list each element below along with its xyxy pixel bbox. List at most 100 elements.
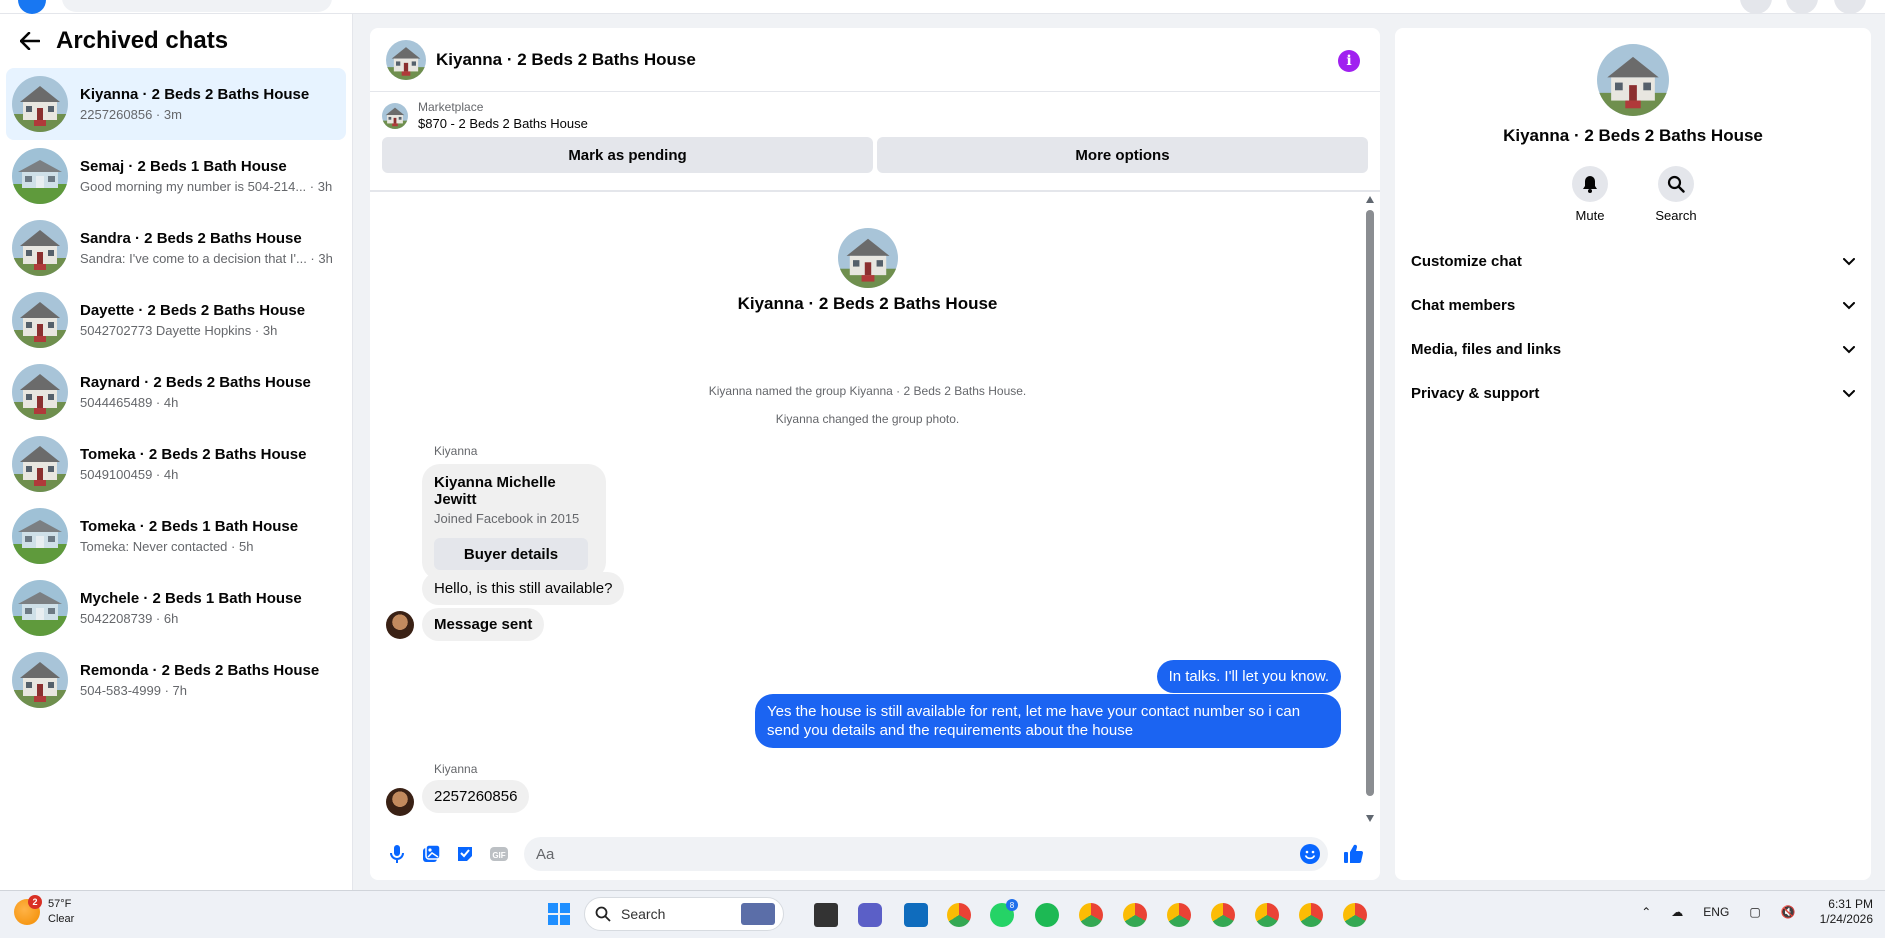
chat-preview: 5049100459 · 4h: [80, 467, 179, 482]
menu-icon[interactable]: [1740, 0, 1772, 14]
taskbar-search-box[interactable]: Search: [584, 897, 784, 931]
chevron-down-icon: [1843, 297, 1855, 314]
emoji-icon[interactable]: [1300, 844, 1320, 864]
system-tray: ⌃ ☁ ENG ▢ 🔇 6:31 PM 1/24/2026: [1631, 897, 1873, 927]
weather-widget[interactable]: 2 57°F Clear: [14, 895, 74, 927]
message-bubble-outgoing[interactable]: In talks. I'll let you know.: [1156, 660, 1341, 693]
chat-avatar: [12, 220, 68, 276]
bell-icon: [1572, 166, 1608, 202]
details-section-label: Chat members: [1411, 296, 1516, 314]
chrome-profile-icon[interactable]: [1167, 903, 1191, 927]
mute-label: Mute: [1575, 208, 1605, 223]
windows-start-icon[interactable]: [548, 903, 570, 925]
chat-list-item[interactable]: Tomeka · 2 Beds 1 Bath House Tomeka: Neve…: [6, 500, 346, 572]
search-in-chat-button[interactable]: Search: [1651, 166, 1701, 223]
chat-name: Remonda · 2 Beds 2 Baths House: [80, 662, 320, 679]
chevron-up-icon[interactable]: ⌃: [1641, 905, 1651, 919]
network-icon[interactable]: ▢: [1749, 905, 1760, 919]
weather-sun-icon: 2: [14, 895, 42, 925]
details-section-toggle[interactable]: Media, files and links: [1395, 327, 1871, 371]
chrome-profile-icon[interactable]: [1079, 903, 1103, 927]
buyer-name: Kiyanna Michelle Jewitt: [434, 474, 556, 508]
scroll-down-arrow-icon[interactable]: [1366, 815, 1374, 822]
facebook-logo-icon[interactable]: [18, 0, 46, 14]
conversation-header: Kiyanna · 2 Beds 2 Baths House i: [370, 28, 1380, 92]
buyer-details-button[interactable]: Buyer details: [434, 538, 588, 570]
chat-list-item[interactable]: Mychele · 2 Beds 1 Bath House 5042208739 …: [6, 572, 346, 644]
intro-name: Kiyanna · 2 Beds 2 Baths House: [737, 294, 998, 313]
spotify-icon[interactable]: [1035, 903, 1059, 927]
profile-avatar[interactable]: [1834, 0, 1866, 14]
microphone-icon[interactable]: [386, 843, 408, 865]
search-label: Search: [1655, 208, 1697, 223]
marketplace-listing[interactable]: Marketplace $870 - 2 Beds 2 Baths House: [382, 100, 1368, 131]
speaker-muted-icon[interactable]: 🔇: [1781, 905, 1796, 919]
snipping-tool-icon[interactable]: [904, 903, 928, 927]
details-section-toggle[interactable]: Customize chat: [1395, 239, 1871, 283]
windows-taskbar: 2 57°F Clear Search 8 ⌃ ☁ ENG ▢ 🔇 6:31 P…: [0, 890, 1885, 938]
message-sender-name: Kiyanna: [434, 762, 478, 776]
chat-list-item[interactable]: Kiyanna · 2 Beds 2 Baths House 2257260856…: [6, 68, 346, 140]
chat-preview: 504-583-4999 · 7h: [80, 683, 187, 698]
more-options-button[interactable]: More options: [877, 137, 1368, 173]
facebook-search-input[interactable]: [62, 0, 332, 12]
info-icon[interactable]: i: [1338, 50, 1360, 72]
chat-avatar: [12, 364, 68, 420]
chat-list-item[interactable]: Semaj · 2 Beds 1 Bath House Good morning …: [6, 140, 346, 212]
mute-button[interactable]: Mute: [1565, 166, 1615, 223]
chrome-profile-icon[interactable]: [1123, 903, 1147, 927]
whatsapp-icon[interactable]: 8: [990, 899, 1018, 927]
language-indicator[interactable]: ENG: [1703, 905, 1729, 919]
chat-list-item[interactable]: Dayette · 2 Beds 2 Baths House 5042702773…: [6, 284, 346, 356]
chrome-profile-icon[interactable]: [1299, 903, 1323, 927]
teams-icon[interactable]: [858, 903, 882, 927]
thumbs-up-icon[interactable]: [1342, 843, 1364, 865]
listing-title: $870 - 2 Beds 2 Baths House: [418, 116, 588, 131]
details-avatar[interactable]: [1597, 44, 1669, 116]
back-arrow-icon[interactable]: [16, 27, 44, 55]
message-bubble[interactable]: 2257260856: [422, 780, 530, 813]
message-bubble[interactable]: Message sent: [422, 608, 545, 641]
chat-preview: Sandra: I've come to a decision that I'.…: [80, 251, 333, 266]
sender-avatar[interactable]: [386, 611, 414, 639]
chrome-profile-icon[interactable]: [1255, 903, 1279, 927]
chrome-profile-icon[interactable]: [1343, 903, 1367, 927]
message-bubble-outgoing[interactable]: Yes the house is still available for ren…: [755, 694, 1341, 748]
cloud-off-icon[interactable]: ☁: [1671, 905, 1683, 919]
photo-icon[interactable]: [420, 843, 442, 865]
scroll-up-arrow-icon[interactable]: [1366, 196, 1374, 203]
archived-chats-sidebar: Archived chats Kiyanna · 2 Beds 2 Baths …: [0, 14, 353, 890]
details-actions: Mute Search: [1395, 166, 1871, 223]
clock[interactable]: 6:31 PM 1/24/2026: [1820, 897, 1873, 927]
chat-name: Sandra · 2 Beds 2 Baths House: [80, 230, 302, 247]
chat-avatar: [12, 148, 68, 204]
chat-name: Tomeka · 2 Beds 1 Bath House: [80, 518, 299, 535]
conversation-title[interactable]: Kiyanna · 2 Beds 2 Baths House: [436, 50, 696, 70]
task-view-icon[interactable]: [814, 903, 838, 927]
chat-list-item[interactable]: Remonda · 2 Beds 2 Baths House 504-583-49…: [6, 644, 346, 716]
chat-list-item[interactable]: Tomeka · 2 Beds 2 Baths House 5049100459 …: [6, 428, 346, 500]
chrome-icon[interactable]: [947, 903, 971, 927]
chrome-profile-icon[interactable]: [1211, 903, 1235, 927]
scroll-thumb[interactable]: [1366, 210, 1374, 796]
gif-icon[interactable]: GIF: [488, 843, 510, 865]
notifications-icon[interactable]: [1786, 0, 1818, 14]
conversation-intro: Kiyanna · 2 Beds 2 Baths House: [370, 228, 1365, 314]
conversation-avatar[interactable]: [386, 39, 426, 80]
sender-avatar[interactable]: [386, 788, 414, 816]
message-bubble[interactable]: Hello, is this still available?: [422, 572, 625, 605]
chat-list-item[interactable]: Raynard · 2 Beds 2 Baths House 5044465489…: [6, 356, 346, 428]
message-input[interactable]: Aa: [524, 837, 1328, 871]
svg-text:GIF: GIF: [492, 851, 505, 860]
chat-details-panel: Kiyanna · 2 Beds 2 Baths House Mute Sear…: [1395, 28, 1871, 880]
mark-as-pending-button[interactable]: Mark as pending: [382, 137, 873, 173]
chat-name: Mychele · 2 Beds 1 Bath House: [80, 590, 302, 607]
sidebar-title: Archived chats: [56, 27, 229, 54]
chat-avatar: [12, 76, 68, 132]
thread-scrollbar[interactable]: [1366, 194, 1374, 824]
chat-list-item[interactable]: Sandra · 2 Beds 2 Baths House Sandra: I'v…: [6, 212, 346, 284]
details-section-toggle[interactable]: Chat members: [1395, 283, 1871, 327]
details-section-toggle[interactable]: Privacy & support: [1395, 371, 1871, 415]
sticker-icon[interactable]: [454, 843, 476, 865]
chat-avatar: [12, 508, 68, 564]
